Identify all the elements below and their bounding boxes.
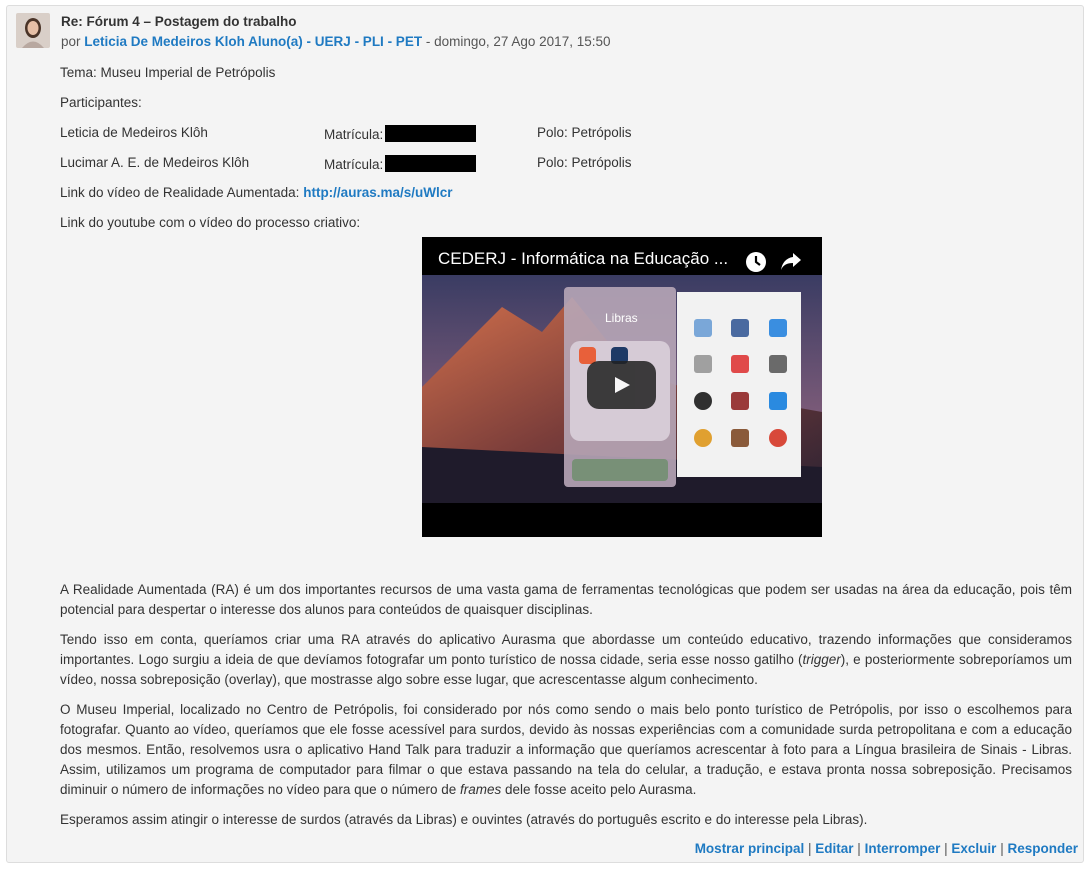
redacted-block	[385, 155, 477, 172]
share-icon[interactable]	[780, 251, 802, 271]
forum-post: Re: Fórum 4 – Postagem do trabalho por L…	[6, 5, 1084, 863]
separator: |	[1000, 841, 1004, 856]
post-date: - domingo, 27 Ago 2017, 15:50	[425, 34, 611, 49]
separator: |	[807, 841, 812, 856]
edit-link[interactable]: Editar	[815, 841, 853, 856]
enrollment-label: Matrícula:	[324, 127, 384, 142]
ra-link[interactable]: http://auras.ma/s/uWlcr	[303, 185, 452, 200]
watch-later-icon[interactable]	[744, 250, 768, 274]
polo: Polo: Petrópolis	[537, 125, 632, 140]
delete-link[interactable]: Excluir	[951, 841, 996, 856]
paragraph-4: Esperamos assim atingir o interesse de s…	[60, 812, 868, 827]
ra-link-line: Link do vídeo de Realidade Aumentada: ht…	[60, 185, 452, 200]
by-prefix: por	[61, 34, 81, 49]
paragraph-3-text-end: dele fosse aceito pelo Aurasma.	[501, 782, 697, 797]
reply-link[interactable]: Responder	[1007, 841, 1078, 856]
enrollment: Matrícula:	[324, 155, 477, 172]
post-byline: por Leticia De Medeiros Kloh Aluno(a) - …	[61, 34, 611, 49]
theme-line: Tema: Museu Imperial de Petrópolis	[60, 65, 276, 80]
frames-term: frames	[459, 782, 502, 797]
split-link[interactable]: Interromper	[865, 841, 941, 856]
video-title[interactable]: CEDERJ - Informática na Educação ...	[438, 249, 728, 269]
participant-row: Lucimar A. E. de Medeiros Klôh Matrícula…	[60, 155, 760, 172]
author-avatar[interactable]	[16, 13, 50, 48]
paragraph-2: Tendo isso em conta, queríamos criar uma…	[60, 630, 1072, 690]
show-parent-link[interactable]: Mostrar principal	[695, 841, 805, 856]
ra-link-label: Link do vídeo de Realidade Aumentada:	[60, 185, 300, 200]
play-icon	[615, 377, 630, 393]
participant-name: Lucimar A. E. de Medeiros Klôh	[60, 155, 250, 170]
enrollment-label: Matrícula:	[324, 157, 384, 172]
author-link[interactable]: Leticia De Medeiros Kloh Aluno(a) - UERJ…	[84, 34, 422, 49]
trigger-term: trigger	[802, 652, 841, 667]
youtube-embed[interactable]: CEDERJ - Informática na Educação ... Lib…	[422, 237, 822, 537]
redacted-block	[385, 125, 477, 142]
post-subject: Re: Fórum 4 – Postagem do trabalho	[61, 14, 297, 29]
participants-label: Participantes:	[60, 95, 142, 110]
enrollment: Matrícula:	[324, 125, 477, 142]
youtube-label: Link do youtube com o vídeo do processo …	[60, 215, 361, 230]
participant-name: Leticia de Medeiros Klôh	[60, 125, 208, 140]
separator: |	[944, 841, 948, 856]
paragraph-3: O Museu Imperial, localizado no Centro d…	[60, 700, 1072, 800]
polo: Polo: Petrópolis	[537, 155, 632, 170]
participant-row: Leticia de Medeiros Klôh Matrícula: Polo…	[60, 125, 760, 142]
post-actions: Mostrar principal | Editar | Interromper…	[695, 841, 1078, 856]
overlay-label: Libras	[605, 311, 638, 325]
separator: |	[857, 841, 861, 856]
play-button[interactable]	[587, 361, 656, 409]
paragraph-1: A Realidade Aumentada (RA) é um dos impo…	[60, 582, 1072, 617]
